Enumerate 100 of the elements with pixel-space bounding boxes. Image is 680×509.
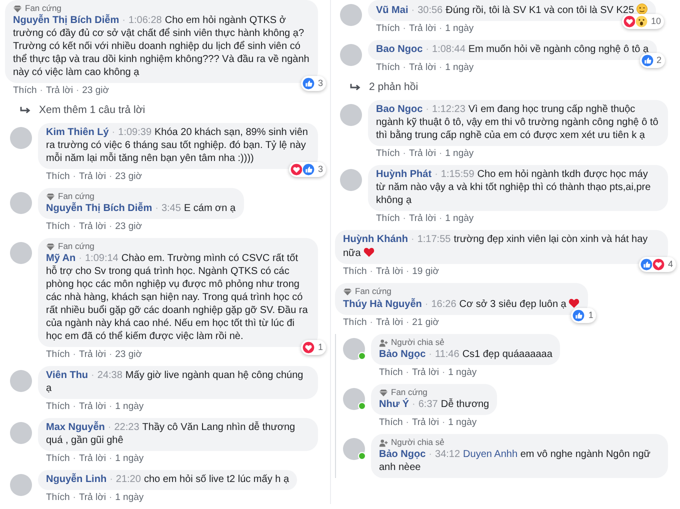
- avatar[interactable]: [10, 422, 32, 444]
- avatar[interactable]: [340, 44, 362, 66]
- more-replies-link[interactable]: 2 phản hồi: [369, 81, 418, 93]
- comment-text: Vũ Mai · 30:56 Đúng rồi, tôi là SV K1 và con tôi là SV K25: [376, 3, 648, 17]
- avatar[interactable]: [343, 438, 365, 460]
- comment-author[interactable]: Nguyễn Thị Bích Diễm: [13, 15, 120, 26]
- reaction-pill[interactable]: 3: [288, 162, 326, 177]
- badge-label: Người chia sẻ: [391, 437, 444, 448]
- like-link[interactable]: Thích: [46, 171, 70, 183]
- like-link[interactable]: Thích: [376, 23, 400, 35]
- comment-author[interactable]: Bao Ngoc: [376, 44, 423, 55]
- reply-link[interactable]: Trả lời: [408, 213, 436, 225]
- like-link[interactable]: Thích: [46, 453, 70, 465]
- comment-time: 1:15:59: [440, 169, 474, 180]
- separator-dot: ·: [370, 317, 373, 329]
- avatar[interactable]: [10, 370, 32, 392]
- comment-author[interactable]: Thúy Hà Nguyễn: [343, 299, 422, 310]
- like-icon: [640, 54, 654, 67]
- reply-link[interactable]: Trả lời: [408, 23, 436, 35]
- like-link[interactable]: Thích: [343, 266, 367, 278]
- comment-text: Thúy Hà Nguyễn · 16:26 Cơ sở 3 siêu đẹp luôn ạ: [343, 297, 580, 311]
- like-icon: [572, 309, 586, 322]
- avatar[interactable]: [343, 388, 365, 410]
- like-icon: [640, 258, 653, 271]
- comment-author[interactable]: Bảo Ngọc: [379, 349, 426, 360]
- comment-text: Viên Thu · 24:38 Mấy giờ live ngành quan hệ công chúng ạ: [46, 369, 304, 395]
- reaction-pill[interactable]: 1: [300, 340, 326, 355]
- reaction-pill[interactable]: 2: [640, 53, 665, 68]
- reaction-count: 2: [656, 54, 662, 67]
- comment-age: 1 ngày: [115, 401, 144, 413]
- like-link[interactable]: Thích: [376, 148, 400, 160]
- like-link[interactable]: Thích: [379, 417, 403, 429]
- separator-dot: ·: [428, 449, 432, 460]
- comment-time: 11:46: [435, 349, 460, 360]
- like-link[interactable]: Thích: [379, 367, 403, 379]
- avatar[interactable]: [10, 242, 32, 264]
- comment-author[interactable]: Mỹ An: [46, 253, 76, 264]
- reply-link[interactable]: Trả lời: [78, 453, 106, 465]
- heart-icon: [568, 297, 580, 309]
- comment-author[interactable]: Huỳnh Khánh: [343, 234, 408, 245]
- comment-time: 21:20: [116, 474, 141, 485]
- separator-dot: ·: [110, 474, 113, 485]
- reply-link[interactable]: Trả lời: [78, 171, 106, 183]
- comment-author[interactable]: Nguyễn Linh: [46, 474, 107, 485]
- reply-link[interactable]: Trả lời: [78, 221, 106, 233]
- comment-age: 1 ngày: [445, 148, 474, 160]
- separator-dot: ·: [442, 367, 446, 379]
- like-link[interactable]: Thích: [343, 317, 367, 329]
- reply-link[interactable]: Trả lời: [78, 492, 106, 504]
- reaction-pill[interactable]: 3: [300, 76, 326, 91]
- avatar[interactable]: [10, 192, 32, 214]
- comment-text: Nguyễn Linh · 21:20 cho em hỏi số live t2 lúc mấy h ạ: [46, 473, 290, 486]
- reply-link[interactable]: Trả lời: [408, 148, 436, 160]
- mention-link[interactable]: Duyen Anhh: [463, 449, 518, 460]
- reply-link[interactable]: Trả lời: [78, 401, 106, 413]
- like-link[interactable]: Thích: [46, 349, 70, 361]
- comment-author[interactable]: Max Nguyễn: [46, 422, 105, 433]
- comment-author[interactable]: Viên Thu: [46, 370, 88, 381]
- separator-dot: ·: [402, 23, 406, 35]
- comment-author[interactable]: Bao Ngoc: [376, 104, 423, 115]
- comment-author[interactable]: Kim Thiên Lý: [46, 127, 109, 138]
- reply-link[interactable]: Trả lời: [412, 367, 439, 379]
- reply-link[interactable]: Trả lời: [78, 349, 106, 361]
- like-link[interactable]: Thích: [46, 492, 70, 504]
- comment-author[interactable]: Huỳnh Phát: [376, 169, 432, 180]
- avatar[interactable]: [10, 127, 32, 149]
- comment-text: Bao Ngoc · 1:12:23 Vì em đang học trung cấp nghề thuộc ngành kỹ thuật ô tô, vậy em thi vô trường ngành công nghệ ô tô thì bằng trung cấp nghề của em có được xem xét ưu tiên k ạ: [376, 103, 660, 142]
- reaction-count: 3: [318, 163, 323, 176]
- reaction-pill[interactable]: 10: [622, 14, 664, 29]
- comment-author[interactable]: Vũ Mai: [376, 5, 408, 16]
- like-link[interactable]: Thích: [46, 221, 70, 233]
- like-link[interactable]: Thích: [46, 401, 70, 413]
- reaction-pill[interactable]: 4: [638, 257, 676, 272]
- reply-link[interactable]: Trả lời: [408, 62, 436, 74]
- reply-link[interactable]: Trả lời: [376, 317, 403, 329]
- avatar[interactable]: [340, 169, 362, 191]
- separator-dot: ·: [108, 453, 112, 465]
- separator-dot: ·: [72, 492, 76, 504]
- separator-dot: ·: [442, 417, 446, 429]
- reply-link[interactable]: Trả lời: [46, 85, 73, 97]
- avatar[interactable]: [343, 338, 365, 360]
- avatar[interactable]: [340, 104, 362, 126]
- comment-author[interactable]: Nguyễn Thị Bích Diễm: [46, 203, 152, 214]
- comment-time: 1:12:23: [432, 104, 466, 115]
- avatar[interactable]: [10, 474, 32, 496]
- heart-icon: [362, 246, 375, 258]
- reaction-count: 3: [318, 77, 323, 90]
- reply-link[interactable]: Trả lời: [412, 417, 439, 429]
- comment-author[interactable]: Bảo Ngọc: [379, 449, 426, 460]
- reply-arrow-icon: [350, 82, 361, 92]
- reaction-pill[interactable]: 1: [571, 308, 596, 323]
- more-replies-link[interactable]: Xem thêm 1 câu trả lời: [39, 104, 146, 116]
- avatar[interactable]: [340, 4, 362, 26]
- reply-link[interactable]: Trả lời: [376, 266, 403, 278]
- separator-dot: ·: [72, 401, 76, 413]
- like-link[interactable]: Thích: [376, 213, 400, 225]
- comment-age: 1 ngày: [448, 367, 477, 379]
- like-link[interactable]: Thích: [376, 62, 400, 74]
- like-link[interactable]: Thích: [13, 85, 37, 97]
- comment-author[interactable]: Như Ý: [379, 399, 410, 410]
